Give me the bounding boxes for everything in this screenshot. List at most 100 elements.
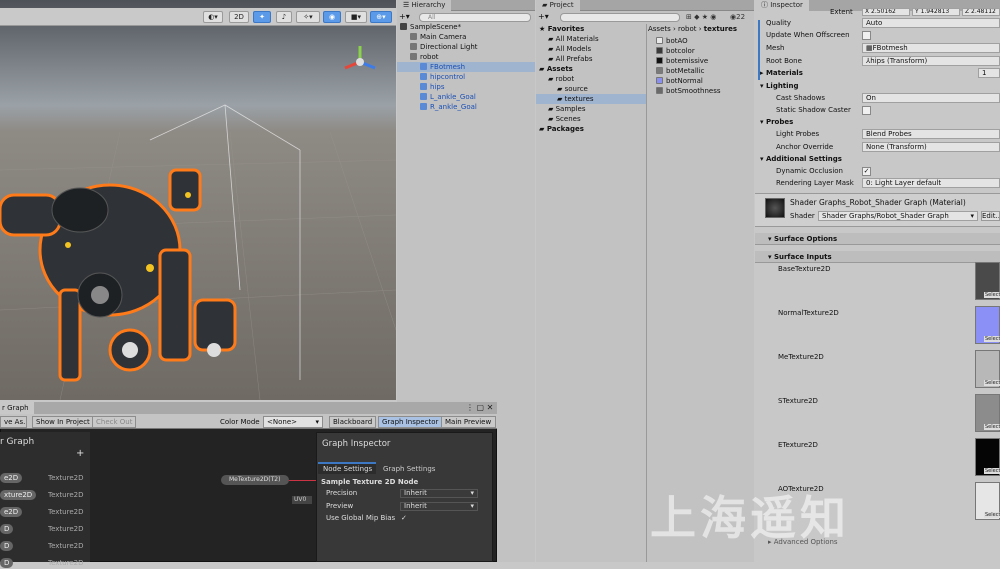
tab-project[interactable]: ▰ Project <box>536 0 580 11</box>
update-offscreen-checkbox[interactable] <box>862 31 871 40</box>
mesh-field[interactable]: ▦FBotmesh <box>862 43 1000 53</box>
hierarchy-item[interactable]: R_ankle_Goal <box>397 102 535 112</box>
show-in-project-button[interactable]: Show In Project <box>32 416 94 428</box>
lighting-toggle-icon[interactable]: ✦ <box>253 11 271 23</box>
asset-file[interactable]: botMetallic <box>656 66 705 76</box>
create-asset-button[interactable]: +▾ <box>538 12 549 22</box>
edit-shader-button[interactable]: Edit... <box>981 211 1000 221</box>
light-probes-dropdown[interactable]: Blend Probes <box>862 129 1000 139</box>
extent-x-field[interactable]: X 2.50162 <box>862 8 910 16</box>
asset-file[interactable]: botcolor <box>656 46 695 56</box>
dynamic-occlusion-checkbox[interactable]: ✓ <box>862 167 871 176</box>
probes-foldout[interactable]: ▾ Probes <box>760 116 793 128</box>
surface-inputs-foldout[interactable]: ▾ Surface Inputs <box>768 251 832 263</box>
property-node[interactable]: MeTexture2D(T2) <box>221 475 289 485</box>
asset-file[interactable]: botNormal <box>656 76 703 86</box>
asset-file[interactable]: botAO <box>656 36 688 46</box>
asset-file[interactable]: botemissive <box>656 56 708 66</box>
hierarchy-item[interactable]: Directional Light <box>397 42 535 52</box>
camera-dropdown-icon[interactable]: ■▾ <box>345 11 367 23</box>
select-texture-button[interactable]: Select <box>984 424 1000 430</box>
texture-slot-thumbnail[interactable]: Select <box>975 350 1000 388</box>
project-tree-item[interactable]: ▰ All Prefabs <box>536 54 646 64</box>
select-texture-button[interactable]: Select <box>984 512 1000 518</box>
breadcrumb-robot[interactable]: robot <box>678 25 696 33</box>
shader-dropdown[interactable]: Shader Graphs/Robot_Shader Graph ▾ <box>818 211 978 221</box>
gizmos-dropdown-icon[interactable]: ⊕▾ <box>370 11 392 23</box>
hierarchy-item[interactable]: SampleScene* <box>397 22 535 32</box>
project-tree-item[interactable]: ▰ Samples <box>536 104 646 114</box>
hierarchy-search-input[interactable]: All <box>419 13 531 22</box>
tab-hierarchy[interactable]: ☰ Hierarchy <box>397 0 452 11</box>
2d-toggle[interactable]: 2D <box>229 11 249 23</box>
breadcrumb-assets[interactable]: Assets <box>648 25 671 33</box>
texture-slot-thumbnail[interactable]: Select <box>975 482 1000 520</box>
project-tree-item[interactable]: ▰ textures <box>536 94 646 104</box>
texture-slot-thumbnail[interactable]: Select <box>975 262 1000 300</box>
project-search-input[interactable] <box>560 13 680 22</box>
scene-gizmo-icon[interactable] <box>340 42 380 82</box>
project-tree-item[interactable]: ▰ All Models <box>536 44 646 54</box>
filter-icons[interactable]: ⊞ ◆ ★ ◉ <box>686 12 716 22</box>
blackboard-toggle[interactable]: Blackboard <box>329 416 377 428</box>
quality-dropdown[interactable]: Auto <box>862 18 1000 28</box>
breadcrumb-textures[interactable]: textures <box>704 25 737 33</box>
extent-y-field[interactable]: Y 1.942813 <box>912 8 960 16</box>
hierarchy-item[interactable]: hips <box>397 82 535 92</box>
extent-z-field[interactable]: Z 2.48112 <box>962 8 1000 16</box>
select-texture-button[interactable]: Select <box>984 292 1000 298</box>
robot-model[interactable] <box>0 140 300 400</box>
select-texture-button[interactable]: Select <box>984 336 1000 342</box>
surface-options-foldout[interactable]: ▾ Surface Options <box>768 233 837 245</box>
effects-dropdown-icon[interactable]: ✧▾ <box>296 11 320 23</box>
additional-settings-foldout[interactable]: ▾ Additional Settings <box>760 153 842 165</box>
blackboard-property[interactable]: D Texture2D <box>0 540 90 552</box>
materials-count[interactable]: 1 <box>978 68 1000 78</box>
project-tree-item[interactable]: ▰ Assets <box>536 64 646 74</box>
blackboard-property[interactable]: e2D Texture2D <box>0 472 90 484</box>
hierarchy-item[interactable]: FBotmesh <box>397 62 535 72</box>
blackboard-property[interactable]: e2D Texture2D <box>0 506 90 518</box>
blackboard-property[interactable]: xture2D Texture2D <box>0 489 90 501</box>
main-preview-toggle[interactable]: Main Preview <box>441 416 496 428</box>
preview-dropdown[interactable]: Inherit ▾ <box>400 502 478 511</box>
add-property-button[interactable]: + <box>76 448 84 459</box>
root-bone-field[interactable]: ⅄hips (Transform) <box>862 56 1000 66</box>
hierarchy-item[interactable]: Main Camera <box>397 32 535 42</box>
scene-view[interactable]: ◐▾ 2D ✦ ♪ ✧▾ ◉ ■▾ ⊕▾ <box>0 0 396 400</box>
hierarchy-item[interactable]: L_ankle_Goal <box>397 92 535 102</box>
graph-inspector-toggle[interactable]: Graph Inspector <box>378 416 443 428</box>
color-mode-dropdown[interactable]: <None> ▾ <box>263 416 323 428</box>
texture-slot-thumbnail[interactable]: Select <box>975 438 1000 476</box>
project-tree-item[interactable]: ▰ robot <box>536 74 646 84</box>
tab-graph-settings[interactable]: Graph Settings <box>383 464 435 474</box>
project-tree-item[interactable]: ▰ source <box>536 84 646 94</box>
project-tree-item[interactable]: ▰ All Materials <box>536 34 646 44</box>
precision-dropdown[interactable]: Inherit ▾ <box>400 489 478 498</box>
shading-dropdown[interactable]: ◐▾ <box>203 11 223 23</box>
blackboard-property[interactable]: D Texture2D <box>0 523 90 535</box>
select-texture-button[interactable]: Select <box>984 380 1000 386</box>
materials-foldout[interactable]: ▸ Materials <box>760 67 803 79</box>
project-tree-item[interactable]: ▰ Scenes <box>536 114 646 124</box>
rendering-layer-mask-dropdown[interactable]: 0: Light Layer default <box>862 178 1000 188</box>
window-controls-icons[interactable]: ⋮ ▢ ✕ <box>466 403 493 413</box>
tab-node-settings[interactable]: Node Settings <box>318 462 376 474</box>
check-out-button[interactable]: Check Out <box>92 416 137 428</box>
scene-visibility-icon[interactable]: ◉ <box>323 11 341 23</box>
tab-shader-graph[interactable]: r Graph <box>0 402 34 414</box>
save-as-button[interactable]: ve As... <box>0 416 27 428</box>
anchor-override-field[interactable]: None (Transform) <box>862 142 1000 152</box>
lighting-foldout[interactable]: ▾ Lighting <box>760 80 799 92</box>
project-tree-item[interactable]: ▰ Packages <box>536 124 646 134</box>
static-shadow-caster-checkbox[interactable] <box>862 106 871 115</box>
hierarchy-item[interactable]: robot <box>397 52 535 62</box>
blackboard-property[interactable]: D Texture2D <box>0 557 90 569</box>
texture-slot-thumbnail[interactable]: Select <box>975 306 1000 344</box>
add-object-button[interactable]: +▾ <box>399 12 411 22</box>
asset-file[interactable]: botSmoothness <box>656 86 721 96</box>
texture-slot-thumbnail[interactable]: Select <box>975 394 1000 432</box>
select-texture-button[interactable]: Select <box>984 468 1000 474</box>
tab-inspector[interactable]: ⓘ Inspector <box>755 0 809 11</box>
hierarchy-item[interactable]: hipcontrol <box>397 72 535 82</box>
